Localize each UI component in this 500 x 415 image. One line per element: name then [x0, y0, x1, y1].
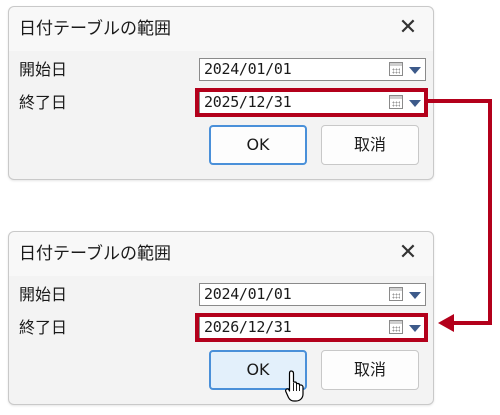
start-date-field[interactable]: 2024/01/01 — [199, 283, 426, 306]
connector-arrow-line — [427, 99, 492, 325]
start-date-field[interactable]: 2024/01/01 — [199, 58, 426, 81]
end-date-label: 終了日 — [19, 93, 68, 112]
end-date-value: 2026/12/31 — [204, 318, 292, 336]
dialog-titlebar: 日付テーブルの範囲 ✕ — [9, 7, 433, 51]
end-date-field[interactable]: 2026/12/31 — [199, 316, 426, 339]
dropdown-arrow-icon[interactable] — [409, 100, 421, 107]
dialog-title: 日付テーブルの範囲 — [19, 19, 171, 39]
calendar-icon[interactable] — [389, 320, 403, 334]
dropdown-arrow-icon[interactable] — [409, 325, 421, 332]
start-date-label: 開始日 — [19, 60, 68, 79]
ok-button[interactable]: OK — [209, 125, 307, 165]
calendar-icon[interactable] — [389, 62, 403, 76]
calendar-icon[interactable] — [389, 287, 403, 301]
start-date-value: 2024/01/01 — [204, 60, 292, 78]
dropdown-arrow-icon[interactable] — [409, 292, 421, 299]
end-date-field[interactable]: 2025/12/31 — [199, 91, 426, 114]
end-date-value: 2025/12/31 — [204, 93, 292, 111]
start-date-value: 2024/01/01 — [204, 285, 292, 303]
cancel-button[interactable]: 取消 — [321, 125, 419, 165]
ok-button[interactable]: OK — [209, 350, 307, 390]
dialog-titlebar: 日付テーブルの範囲 ✕ — [9, 232, 433, 276]
date-range-dialog-before: 日付テーブルの範囲 ✕ 開始日 2024/01/01 終了日 2025/12/3… — [8, 6, 434, 180]
dialog-title: 日付テーブルの範囲 — [19, 244, 171, 264]
cancel-button[interactable]: 取消 — [321, 350, 419, 390]
date-range-dialog-after: 日付テーブルの範囲 ✕ 開始日 2024/01/01 終了日 2026/12/3… — [8, 231, 434, 405]
calendar-icon[interactable] — [389, 95, 403, 109]
start-date-label: 開始日 — [19, 285, 68, 304]
close-icon[interactable]: ✕ — [397, 242, 419, 264]
end-date-label: 終了日 — [19, 318, 68, 337]
close-icon[interactable]: ✕ — [397, 17, 419, 39]
dropdown-arrow-icon[interactable] — [409, 67, 421, 74]
connector-arrow-head — [438, 314, 454, 332]
